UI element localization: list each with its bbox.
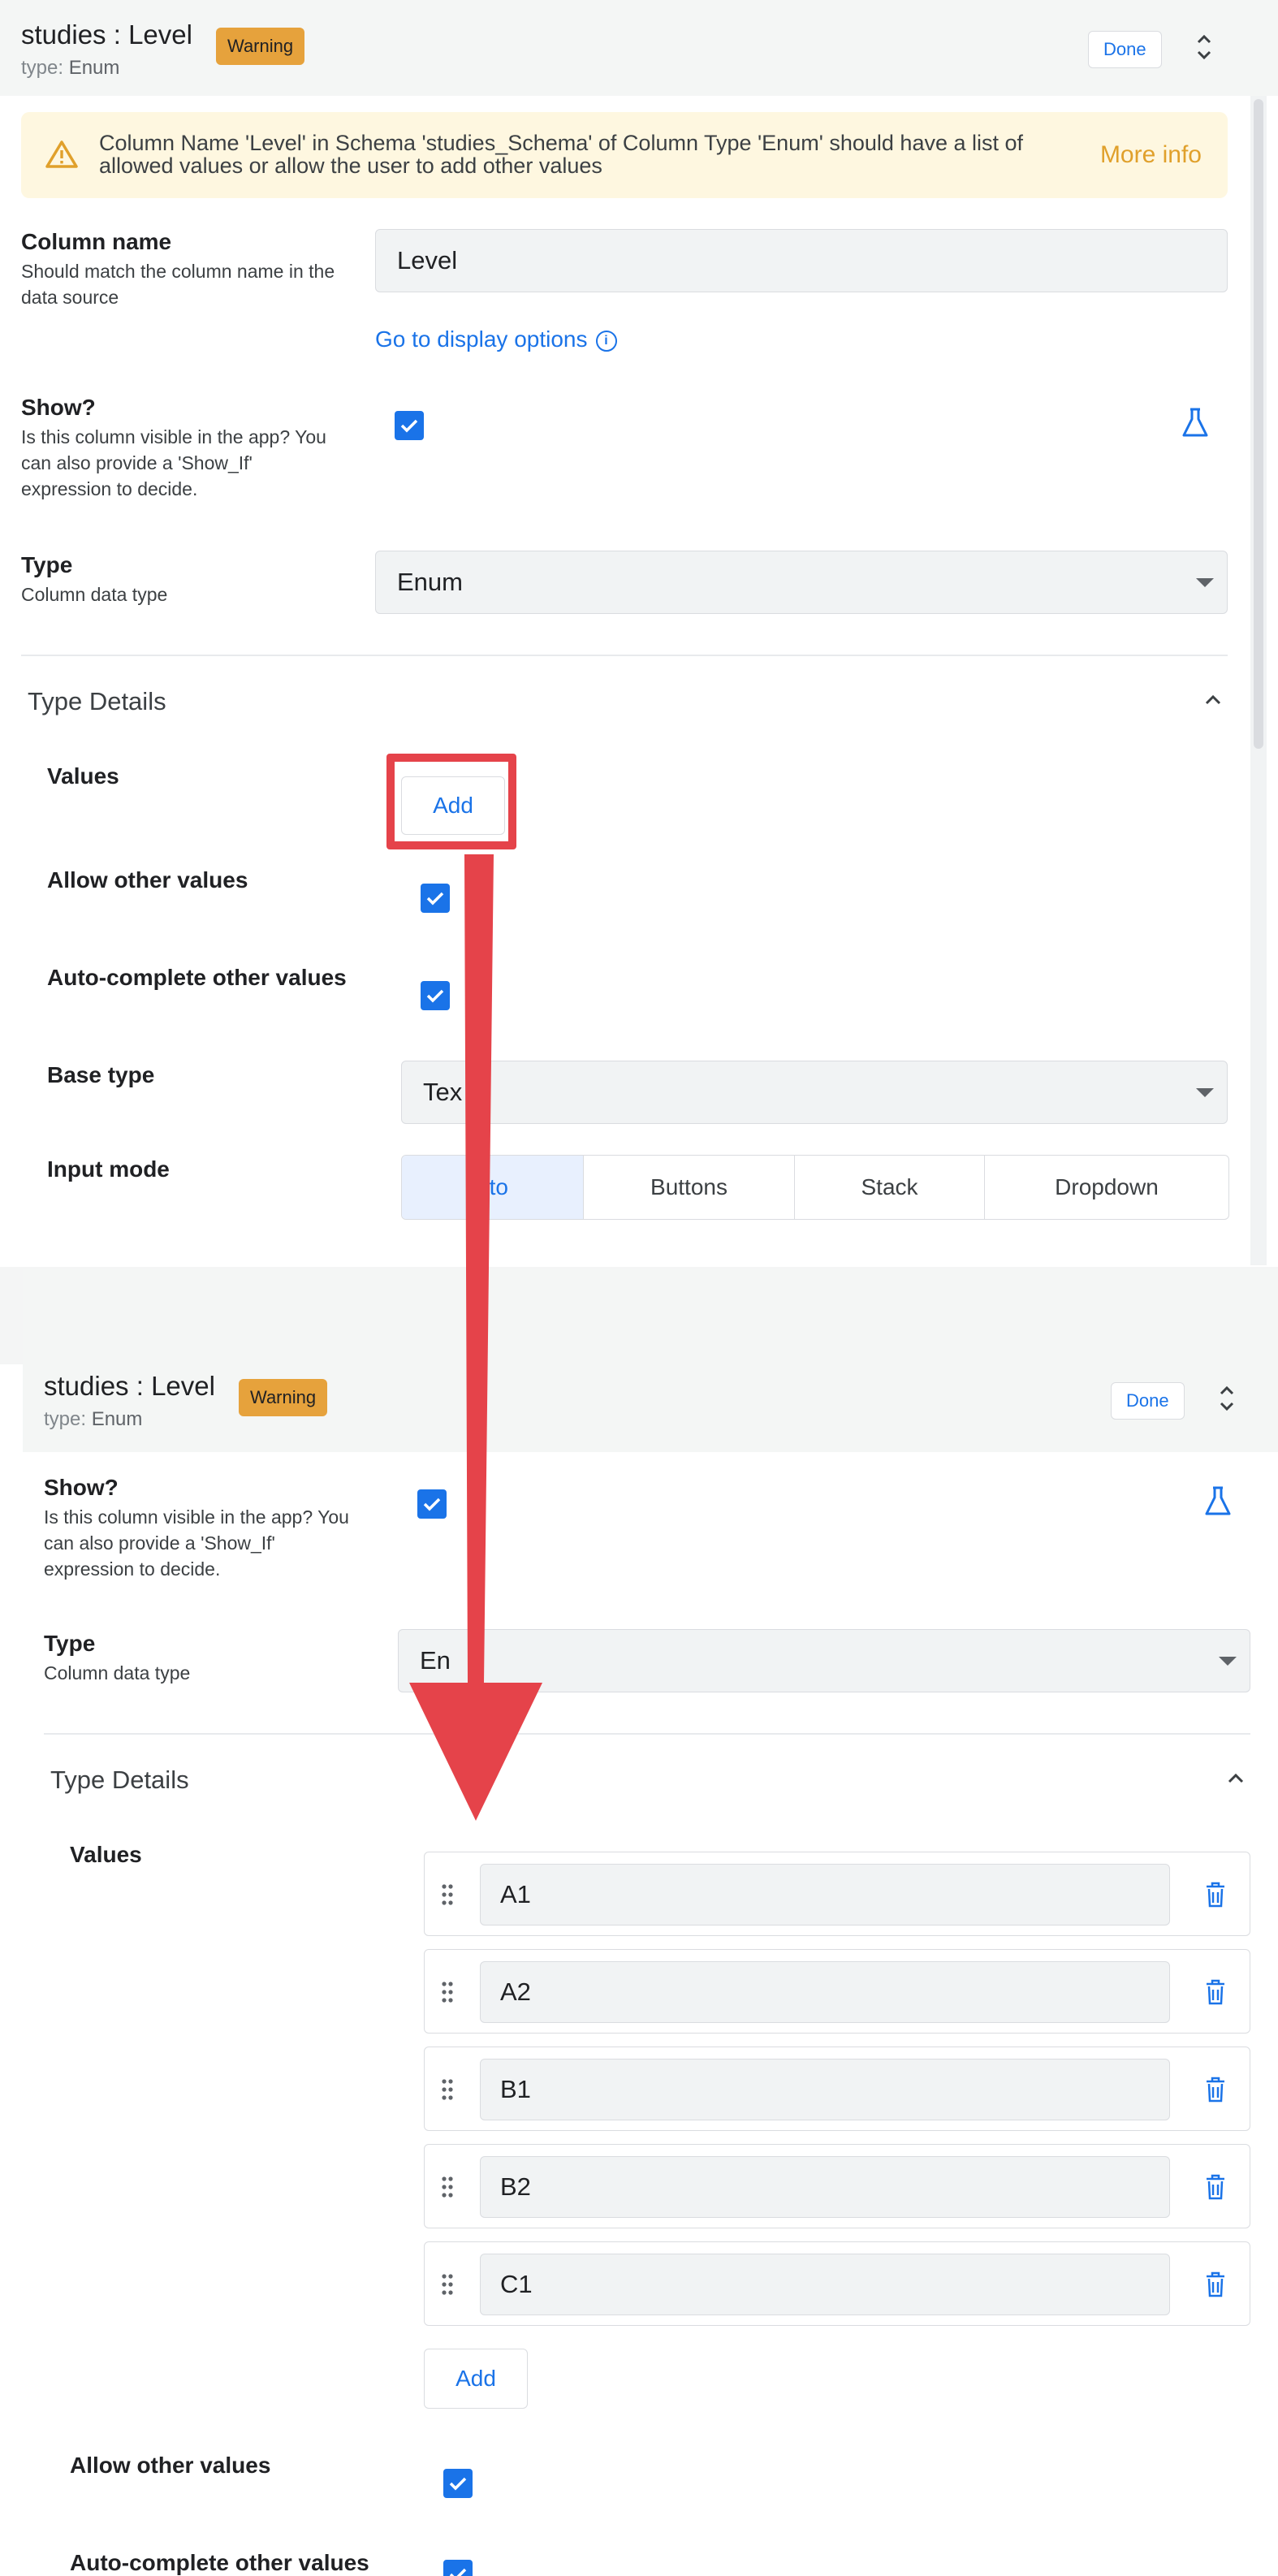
value-input[interactable]: A1 bbox=[480, 1864, 1170, 1926]
type-help: Column data type bbox=[21, 584, 168, 605]
drag-handle-icon[interactable] bbox=[441, 1981, 454, 2003]
type-details-title: Type Details bbox=[28, 687, 166, 715]
trash-icon[interactable] bbox=[1204, 2077, 1227, 2103]
column-type-subtitle: type: Enum bbox=[44, 1408, 143, 1430]
values-label: Values bbox=[47, 763, 119, 789]
type-select[interactable]: Enum bbox=[375, 551, 1228, 614]
done-button[interactable]: Done bbox=[1088, 31, 1162, 68]
divider bbox=[21, 655, 1228, 656]
value-row: A2 bbox=[424, 1949, 1250, 2034]
warning-badge: Warning bbox=[239, 1379, 328, 1416]
value-input[interactable]: A2 bbox=[480, 1961, 1170, 2023]
allow-other-checkbox[interactable] bbox=[443, 2469, 473, 2498]
input-mode-stack[interactable]: Stack bbox=[795, 1156, 985, 1219]
value-row: B2 bbox=[424, 2144, 1250, 2228]
allow-other-label: Allow other values bbox=[70, 2453, 271, 2478]
check-icon bbox=[449, 2477, 467, 2491]
type-label: Type bbox=[44, 1631, 96, 1656]
expand-collapse-icon[interactable] bbox=[1192, 31, 1216, 63]
values-label: Values bbox=[70, 1842, 142, 1867]
show-help: Is this column visible in the app? You c… bbox=[44, 1506, 349, 1580]
column-name-label: Column name bbox=[21, 229, 172, 254]
show-label: Show? bbox=[44, 1475, 119, 1500]
chevron-down-icon bbox=[1219, 1657, 1237, 1666]
check-icon bbox=[449, 2568, 467, 2576]
column-header: studies : Level type: Enum Warning Done bbox=[23, 1269, 1278, 1452]
show-checkbox[interactable] bbox=[395, 411, 424, 440]
column-title: studies : Level bbox=[44, 1371, 215, 1401]
value-row: C1 bbox=[424, 2241, 1250, 2326]
autocomplete-checkbox[interactable] bbox=[443, 2560, 473, 2576]
input-mode-label: Input mode bbox=[47, 1156, 170, 1182]
show-help: Is this column visible in the app? You c… bbox=[21, 426, 326, 499]
drag-handle-icon[interactable] bbox=[441, 2273, 454, 2296]
warning-message: Column Name 'Level' in Schema 'studies_S… bbox=[99, 131, 1024, 178]
chevron-up-icon[interactable] bbox=[1202, 692, 1224, 708]
check-icon bbox=[400, 419, 418, 433]
chevron-up-icon[interactable] bbox=[1224, 1770, 1247, 1787]
add-value-button[interactable]: Add bbox=[424, 2349, 528, 2409]
chevron-down-icon bbox=[1196, 578, 1214, 587]
column-editor-before: studies : Level type: Enum Warning Done … bbox=[0, 0, 1278, 1267]
type-label: Type bbox=[21, 552, 73, 577]
scrollbar-thumb[interactable] bbox=[1254, 99, 1263, 749]
column-type-subtitle: type: Enum bbox=[21, 57, 120, 79]
done-button[interactable]: Done bbox=[1111, 1382, 1185, 1420]
drag-handle-icon[interactable] bbox=[441, 2176, 454, 2198]
column-editor-after: studies : Level type: Enum Warning Done … bbox=[23, 1269, 1278, 2576]
annotation-highlight-box bbox=[386, 754, 516, 849]
value-input[interactable]: B1 bbox=[480, 2059, 1170, 2120]
trash-icon[interactable] bbox=[1204, 1882, 1227, 1908]
flask-icon[interactable] bbox=[1202, 1485, 1234, 1517]
trash-icon[interactable] bbox=[1204, 2174, 1227, 2200]
type-help: Column data type bbox=[44, 1662, 191, 1683]
input-mode-dropdown[interactable]: Dropdown bbox=[985, 1156, 1228, 1219]
column-header: studies : Level type: Enum Warning Done bbox=[0, 0, 1278, 96]
warning-icon bbox=[45, 140, 78, 168]
info-icon: i bbox=[595, 330, 617, 352]
column-name-help: Should match the column name in the data… bbox=[21, 261, 335, 308]
value-input[interactable]: C1 bbox=[480, 2254, 1170, 2315]
display-options-link[interactable]: Go to display options i bbox=[375, 326, 617, 352]
expand-collapse-icon[interactable] bbox=[1215, 1382, 1239, 1415]
value-row: A1 bbox=[424, 1852, 1250, 1936]
flask-icon[interactable] bbox=[1179, 406, 1211, 439]
warning-badge: Warning bbox=[216, 28, 305, 65]
drag-handle-icon[interactable] bbox=[441, 2078, 454, 2101]
show-label: Show? bbox=[21, 395, 96, 420]
warning-banner: Column Name 'Level' in Schema 'studies_S… bbox=[21, 112, 1228, 198]
base-type-label: Base type bbox=[47, 1062, 155, 1087]
drag-handle-icon[interactable] bbox=[441, 1883, 454, 1906]
trash-icon[interactable] bbox=[1204, 2271, 1227, 2297]
autocomplete-label: Auto-complete other values bbox=[47, 965, 347, 990]
chevron-down-icon bbox=[1196, 1088, 1214, 1097]
allow-other-label: Allow other values bbox=[47, 867, 248, 893]
column-title: studies : Level bbox=[21, 19, 192, 50]
input-mode-buttons[interactable]: Buttons bbox=[584, 1156, 795, 1219]
type-details-title: Type Details bbox=[50, 1766, 189, 1794]
autocomplete-label: Auto-complete other values bbox=[70, 2550, 369, 2575]
more-info-link[interactable]: More info bbox=[1100, 141, 1202, 169]
annotation-arrow bbox=[409, 854, 542, 1821]
trash-icon[interactable] bbox=[1204, 1979, 1227, 2005]
divider bbox=[44, 1733, 1250, 1735]
value-input[interactable]: B2 bbox=[480, 2156, 1170, 2218]
column-name-input[interactable]: Level bbox=[375, 229, 1228, 292]
value-row: B1 bbox=[424, 2047, 1250, 2131]
